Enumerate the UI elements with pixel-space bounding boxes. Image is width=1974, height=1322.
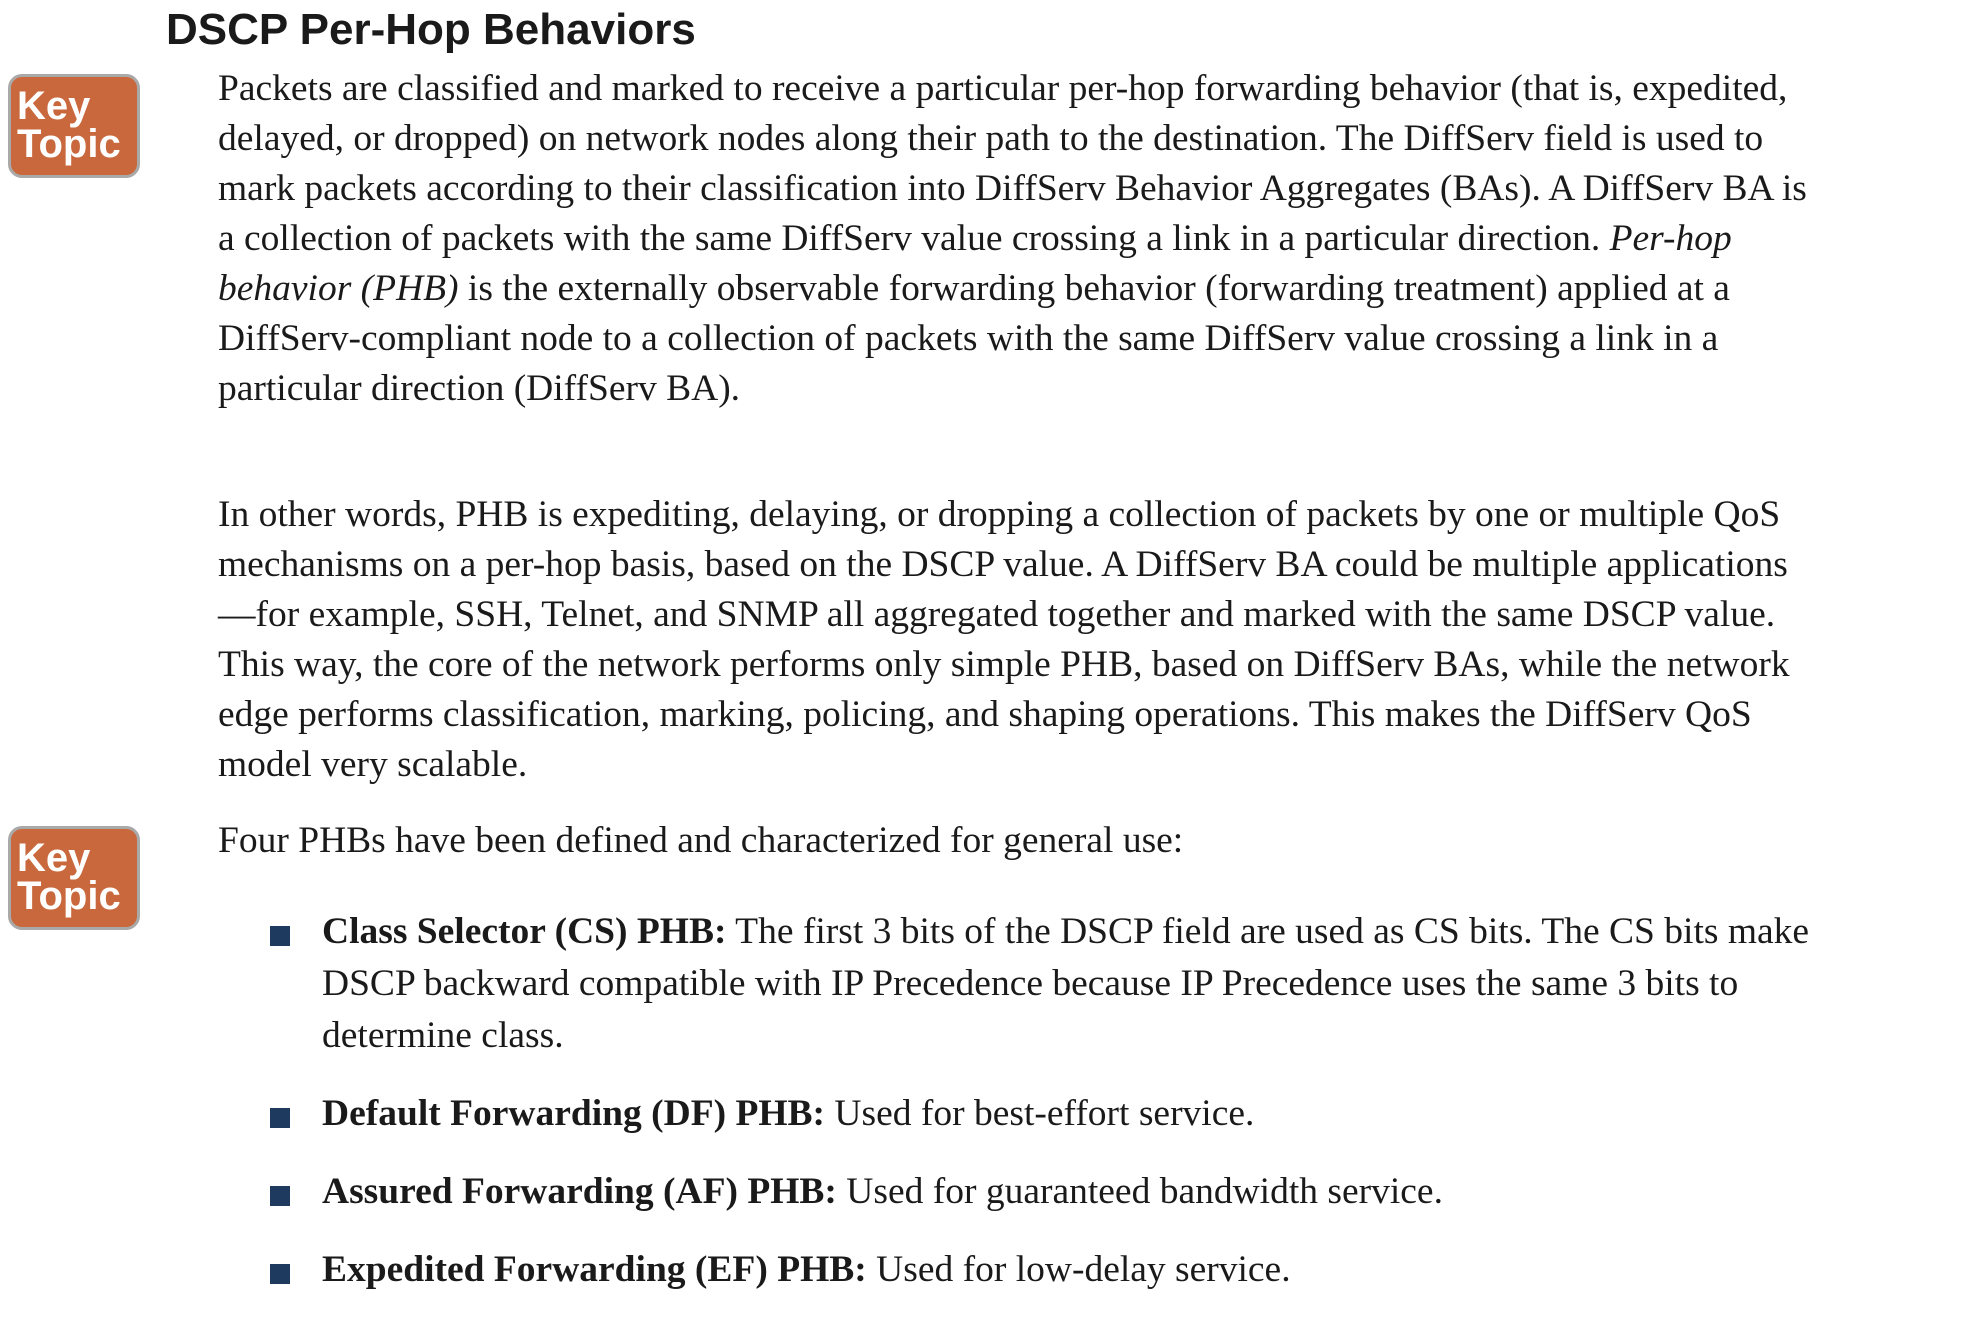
list-item: Class Selector (CS) PHB: The first 3 bit… xyxy=(270,906,1830,1062)
key-topic-badge-line1: Key xyxy=(17,84,91,128)
key-topic-badge: Key Topic xyxy=(8,74,140,178)
list-item: Assured Forwarding (AF) PHB: Used for gu… xyxy=(270,1166,1830,1218)
phb-list: Class Selector (CS) PHB: The first 3 bit… xyxy=(270,906,1830,1322)
paragraph-phb-definition: Packets are classified and marked to rec… xyxy=(218,64,1818,414)
paragraph-phb-definition-text-a: Packets are classified and marked to rec… xyxy=(218,68,1807,259)
paragraph-in-other-words: In other words, PHB is expediting, delay… xyxy=(218,494,1790,785)
list-item-text: Used for best-effort service. xyxy=(825,1093,1255,1134)
list-item: Default Forwarding (DF) PHB: Used for be… xyxy=(270,1088,1830,1140)
square-bullet-icon xyxy=(270,926,290,946)
key-topic-badge-line1: Key xyxy=(17,836,91,880)
key-topic-badge: Key Topic xyxy=(8,826,140,930)
section-heading: DSCP Per-Hop Behaviors xyxy=(166,5,696,54)
square-bullet-icon xyxy=(270,1264,290,1284)
list-item-term: Expedited Forwarding (EF) PHB: xyxy=(322,1249,867,1290)
list-item-term: Class Selector (CS) PHB: xyxy=(322,911,727,952)
square-bullet-icon xyxy=(270,1186,290,1206)
square-bullet-icon xyxy=(270,1108,290,1128)
key-topic-badge-line2: Topic xyxy=(17,122,121,166)
paragraph-four-phbs: Four PHBs have been defined and characte… xyxy=(218,820,1184,861)
list-item-term: Assured Forwarding (AF) PHB: xyxy=(322,1171,837,1212)
key-topic-badge-line2: Topic xyxy=(17,874,121,918)
list-item-text: Used for low-delay service. xyxy=(866,1249,1291,1290)
list-item-term: Default Forwarding (DF) PHB: xyxy=(322,1093,826,1134)
list-item: Expedited Forwarding (EF) PHB: Used for … xyxy=(270,1244,1830,1296)
list-item-text: Used for guaranteed bandwidth service. xyxy=(836,1171,1443,1212)
